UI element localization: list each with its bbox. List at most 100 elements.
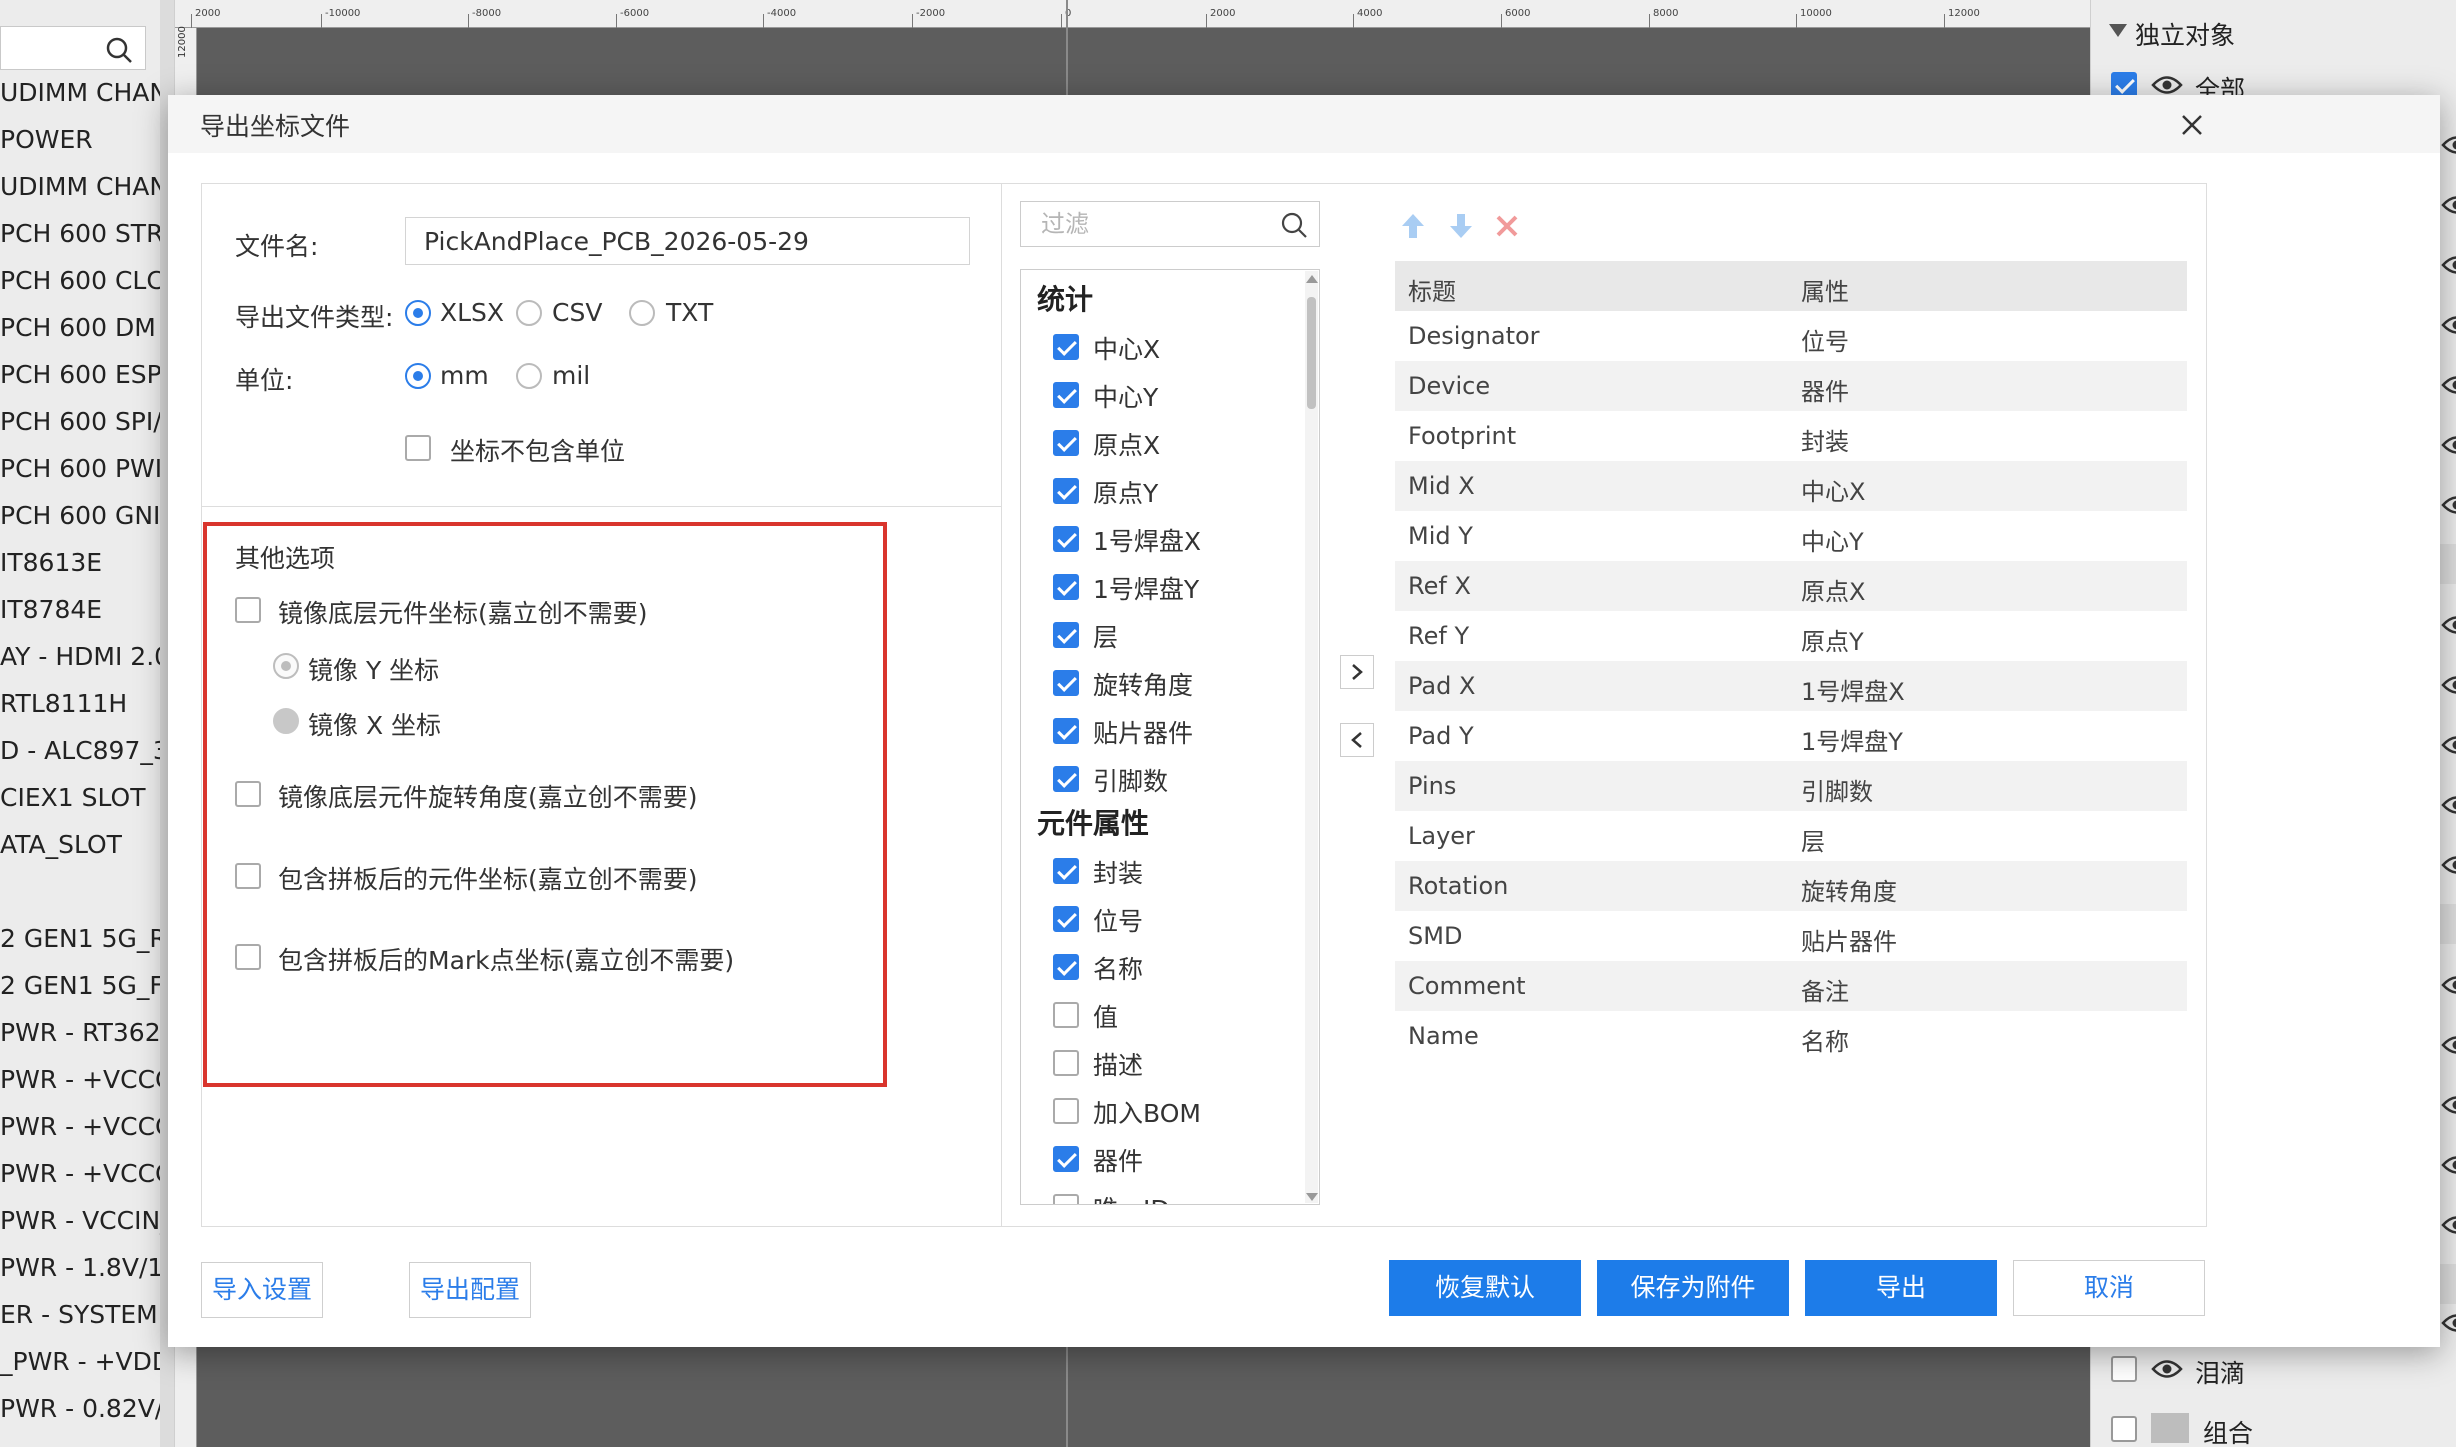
net-list-item[interactable]: PWR - VCCIN_: [0, 1206, 173, 1235]
net-list-item[interactable]: PCH 600 SPI/: [0, 407, 162, 436]
eye-icon[interactable]: [2441, 1034, 2456, 1056]
field-checkbox[interactable]: [1053, 906, 1079, 932]
scroll-up-arrow-icon[interactable]: [1306, 275, 1318, 283]
table-row[interactable]: Pad Y 1号焊盘Y: [1395, 711, 2187, 761]
panel-mark-checkbox[interactable]: [235, 944, 261, 970]
eye-icon[interactable]: [2441, 1154, 2456, 1176]
filename-input[interactable]: [405, 217, 970, 265]
net-list-item[interactable]: UDIMM CHAN: [0, 172, 168, 201]
table-row[interactable]: Designator 位号: [1395, 311, 2187, 361]
net-list-item[interactable]: ATA_SLOT: [0, 830, 122, 859]
no-unit-checkbox[interactable]: [405, 435, 431, 461]
mirror-x-radio[interactable]: [273, 708, 299, 734]
field-checkbox[interactable]: [1053, 766, 1079, 792]
field-checkbox[interactable]: [1053, 526, 1079, 552]
mirror-bottom-checkbox[interactable]: [235, 597, 261, 623]
net-list-item[interactable]: PCH 600 GNI: [0, 501, 160, 530]
save-attachment-button[interactable]: 保存为附件: [1597, 1260, 1789, 1316]
net-list-item[interactable]: CIEX1 SLOT: [0, 783, 145, 812]
field-checkbox[interactable]: [1053, 1146, 1079, 1172]
table-row[interactable]: Footprint 封装: [1395, 411, 2187, 461]
eye-icon[interactable]: [2441, 614, 2456, 636]
close-icon[interactable]: [2178, 111, 2206, 139]
field-checkbox[interactable]: [1053, 574, 1079, 600]
net-list-item[interactable]: PWR - 0.82V/1: [0, 1394, 174, 1423]
move-left-button[interactable]: [1340, 723, 1374, 757]
eye-icon[interactable]: [2441, 374, 2456, 396]
table-row[interactable]: Name 名称: [1395, 1011, 2187, 1061]
eye-icon[interactable]: [2441, 794, 2456, 816]
mirror-y-radio[interactable]: [273, 653, 299, 679]
net-list-item[interactable]: PWR - RT3628: [0, 1018, 174, 1047]
net-list-item[interactable]: RTL8111H: [0, 689, 127, 718]
net-list-item[interactable]: PWR - +VCCC(: [0, 1112, 174, 1141]
table-row[interactable]: Pins 引脚数: [1395, 761, 2187, 811]
teardrop-checkbox[interactable]: [2111, 1356, 2137, 1382]
net-list-item[interactable]: POWER: [0, 125, 93, 154]
eye-icon[interactable]: [2441, 494, 2456, 516]
table-row[interactable]: Comment 备注: [1395, 961, 2187, 1011]
field-checkbox[interactable]: [1053, 954, 1079, 980]
eye-icon[interactable]: [2441, 314, 2456, 336]
mirror-rotation-checkbox[interactable]: [235, 781, 261, 807]
table-row[interactable]: Ref X 原点X: [1395, 561, 2187, 611]
eye-icon[interactable]: [2441, 434, 2456, 456]
eye-icon[interactable]: [2441, 194, 2456, 216]
field-checkbox[interactable]: [1053, 334, 1079, 360]
group-checkbox[interactable]: [2111, 1416, 2137, 1442]
table-row[interactable]: Rotation 旋转角度: [1395, 861, 2187, 911]
field-checkbox[interactable]: [1053, 1098, 1079, 1124]
field-checkbox[interactable]: [1053, 1002, 1079, 1028]
net-list-item[interactable]: PCH 600 STRA: [0, 219, 174, 248]
field-list-scroll-thumb[interactable]: [1307, 297, 1316, 409]
delete-icon[interactable]: [1494, 213, 1520, 239]
collapse-triangle-icon[interactable]: [2109, 24, 2127, 38]
field-checkbox[interactable]: [1053, 382, 1079, 408]
net-list-item[interactable]: 2 GEN1 5G_RE: [0, 924, 174, 953]
eye-icon[interactable]: [2441, 1312, 2456, 1334]
eye-icon[interactable]: [2441, 674, 2456, 696]
table-row[interactable]: Pad X 1号焊盘X: [1395, 661, 2187, 711]
table-row[interactable]: Device 器件: [1395, 361, 2187, 411]
field-checkbox[interactable]: [1053, 1194, 1079, 1204]
net-list-item[interactable]: ER - SYSTEM P: [0, 1300, 174, 1329]
net-list-item[interactable]: _PWR - +VDD: [0, 1347, 171, 1376]
eye-icon[interactable]: [2441, 854, 2456, 876]
field-checkbox[interactable]: [1053, 430, 1079, 456]
net-list-item[interactable]: 2 GEN1 5G_FR: [0, 971, 174, 1000]
net-list-item[interactable]: PWR - 1.8V/1.(: [0, 1253, 174, 1282]
radio-xlsx[interactable]: [405, 300, 431, 326]
table-row[interactable]: SMD 贴片器件: [1395, 911, 2187, 961]
radio-mil[interactable]: [516, 363, 542, 389]
move-up-icon[interactable]: [1398, 211, 1428, 241]
eye-icon[interactable]: [2441, 1094, 2456, 1116]
net-list-item[interactable]: PCH 600 DM: [0, 313, 156, 342]
eye-icon[interactable]: [2441, 734, 2456, 756]
net-list-item[interactable]: PCH 600 ESP: [0, 360, 162, 389]
eye-icon[interactable]: [2441, 254, 2456, 276]
export-config-button[interactable]: 导出配置: [409, 1262, 531, 1318]
net-list-item[interactable]: PWR - +VCCC(: [0, 1065, 174, 1094]
eye-icon[interactable]: [2151, 74, 2183, 96]
net-list-item[interactable]: D - ALC897_3C: [0, 736, 174, 765]
net-list-item[interactable]: PWR - +VCCC(: [0, 1159, 174, 1188]
restore-default-button[interactable]: 恢复默认: [1389, 1260, 1581, 1316]
table-row[interactable]: Ref Y 原点Y: [1395, 611, 2187, 661]
cancel-button[interactable]: 取消: [2013, 1260, 2205, 1316]
net-list-item[interactable]: PCH 600 PWI: [0, 454, 162, 483]
radio-txt[interactable]: [629, 300, 655, 326]
field-list-scrollbar[interactable]: [1305, 271, 1318, 1203]
panel-coords-checkbox[interactable]: [235, 863, 261, 889]
export-button[interactable]: 导出: [1805, 1260, 1997, 1316]
net-list-item[interactable]: IT8613E: [0, 548, 102, 577]
scroll-down-arrow-icon[interactable]: [1306, 1193, 1318, 1201]
move-down-icon[interactable]: [1446, 211, 1476, 241]
filter-input[interactable]: [1020, 201, 1320, 247]
eye-icon[interactable]: [2441, 1214, 2456, 1236]
move-right-button[interactable]: [1340, 655, 1374, 689]
net-list-item[interactable]: UDIMM CHAN: [0, 78, 168, 107]
field-checkbox[interactable]: [1053, 478, 1079, 504]
table-row[interactable]: Layer 层: [1395, 811, 2187, 861]
field-checkbox[interactable]: [1053, 670, 1079, 696]
net-list-item[interactable]: PCH 600 CLC: [0, 266, 164, 295]
